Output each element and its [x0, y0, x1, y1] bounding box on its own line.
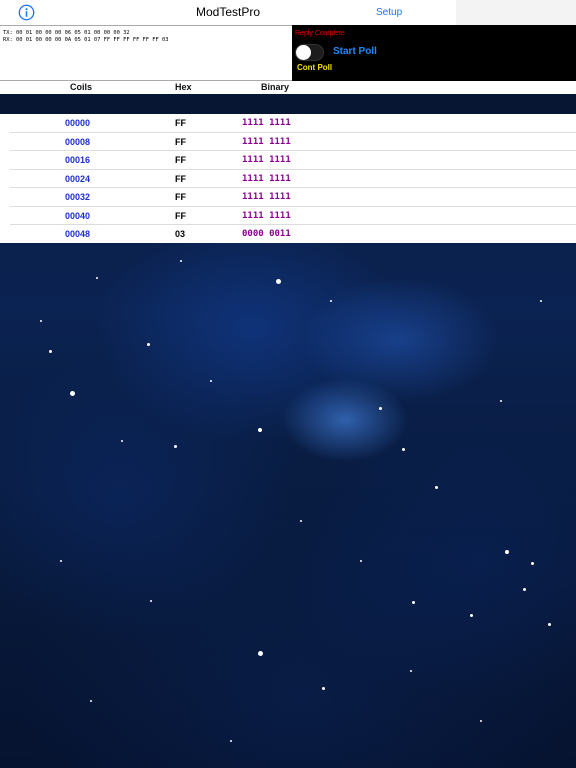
start-poll-button[interactable]: Start Poll [333, 46, 377, 57]
star [49, 350, 52, 353]
star [90, 700, 92, 702]
setup-button[interactable]: Setup [376, 7, 402, 18]
header-binary: Binary [261, 82, 290, 92]
binary-value: 1111 1111 [242, 155, 291, 165]
coil-address: 00040 [65, 210, 91, 221]
table-row[interactable]: 00032 FF 1111 1111 [10, 188, 576, 207]
binary-value: 1111 1111 [242, 136, 291, 147]
table-header: Coils Hex Binary [0, 81, 576, 94]
star [435, 486, 438, 489]
cont-poll-toggle[interactable] [295, 44, 324, 61]
rx-line: RX: 00 01 00 00 00 0A 05 01 07 FF FF FF … [3, 37, 169, 43]
star [410, 670, 412, 672]
header-hex: Hex [175, 82, 192, 92]
star [470, 614, 473, 617]
star [480, 720, 482, 722]
star [505, 550, 509, 554]
hex-value: FF [175, 136, 186, 147]
hex-value: FF [175, 210, 186, 221]
table-row[interactable]: 00040 FF 1111 1111 [10, 207, 576, 225]
binary-value: 1111 1111 [242, 118, 291, 128]
tx-line: TX: 00 01 00 00 00 06 05 01 00 00 00 32 [3, 30, 130, 36]
hex-value: FF [175, 192, 186, 202]
star [500, 400, 502, 402]
star [379, 407, 382, 410]
star [60, 560, 62, 562]
star [531, 562, 534, 565]
star [147, 343, 150, 346]
header-coils: Coils [70, 82, 93, 92]
star [40, 320, 42, 322]
coil-address: 00000 [65, 118, 91, 128]
coil-address: 00032 [65, 192, 91, 202]
cont-poll-label: Cont Poll [297, 63, 333, 72]
star [300, 520, 302, 522]
star [258, 428, 262, 432]
star [258, 651, 263, 656]
reply-status: Reply Complete [295, 30, 345, 37]
star [180, 260, 182, 262]
star [174, 445, 177, 448]
table-row[interactable]: 00048 03 0000 0011 [10, 225, 576, 244]
star [540, 300, 542, 302]
binary-value: 0000 0011 [242, 229, 291, 239]
star [523, 588, 526, 591]
coils-table: 00000 FF 1111 1111 00008 FF 1111 1111 00… [0, 114, 576, 243]
table-row[interactable]: 00016 FF 1111 1111 [10, 151, 576, 170]
binary-value: 1111 1111 [242, 173, 291, 184]
star [96, 277, 98, 279]
star [322, 687, 325, 690]
star [230, 740, 232, 742]
star [210, 380, 212, 382]
star [548, 623, 551, 626]
message-log: TX: 00 01 00 00 00 06 05 01 00 00 00 32 … [0, 25, 292, 81]
table-row[interactable]: 00000 FF 1111 1111 [10, 114, 576, 133]
hex-value: FF [175, 118, 186, 128]
navigation-bar: ModTestPro Setup [0, 0, 456, 25]
star [70, 391, 75, 396]
star [402, 448, 405, 451]
table-row[interactable]: 00008 FF 1111 1111 [10, 133, 576, 151]
hex-value: 03 [175, 229, 186, 239]
hex-value: FF [175, 173, 186, 184]
star [360, 560, 362, 562]
coil-address: 00048 [65, 229, 91, 239]
header-separator-band [0, 94, 576, 114]
star [150, 600, 152, 602]
coil-address: 00016 [65, 155, 91, 165]
star [276, 279, 281, 284]
binary-value: 1111 1111 [242, 210, 291, 221]
binary-value: 1111 1111 [242, 192, 291, 202]
toggle-knob [296, 45, 311, 60]
coil-address: 00024 [65, 173, 91, 184]
table-row[interactable]: 00024 FF 1111 1111 [10, 170, 576, 188]
coil-address: 00008 [65, 136, 91, 147]
poll-control-panel: Reply Complete Start Poll Cont Poll [292, 25, 576, 81]
star [412, 601, 415, 604]
star [121, 440, 123, 442]
star [330, 300, 332, 302]
hex-value: FF [175, 155, 186, 165]
navigation-bar-right-area [456, 0, 576, 25]
